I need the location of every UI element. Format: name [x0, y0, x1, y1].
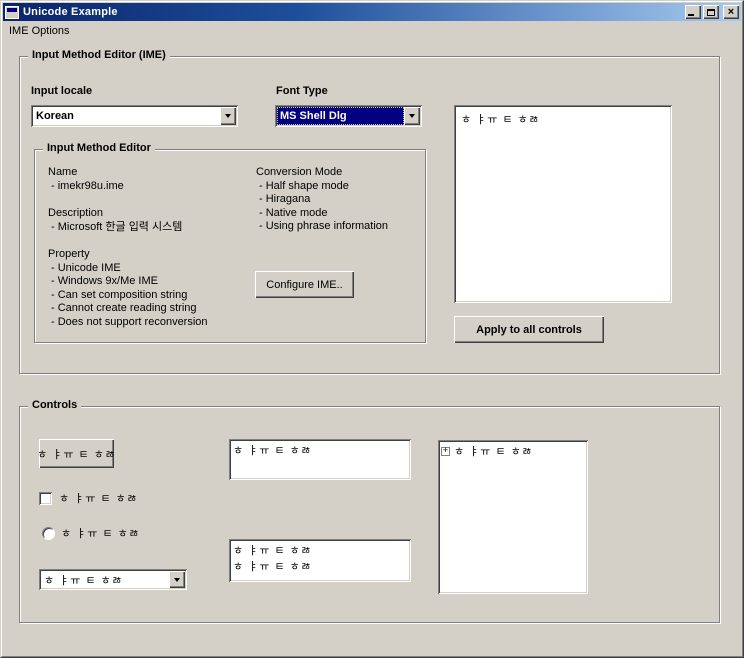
sample-checkbox-label: ㅎ ㅑㅠ ㅌ ㅎㅀ — [59, 490, 138, 506]
ime-preview-textarea[interactable]: ㅎ ㅑㅠ ㅌ ㅎㅀ — [454, 105, 672, 303]
ime-conversion-item: - Half shape mode — [256, 180, 388, 194]
ime-name-label: Name — [48, 166, 124, 180]
title-bar[interactable]: Unicode Example × — [3, 3, 741, 21]
sample-radio[interactable] — [42, 527, 55, 540]
ime-description-value: - Microsoft 한글 입력 시스템 — [48, 221, 182, 235]
controls-groupbox-title: Controls — [28, 399, 81, 411]
unicode-example-window: Unicode Example × IME Options Input Meth… — [0, 0, 744, 658]
chevron-down-icon — [409, 114, 415, 118]
sample-button[interactable]: ㅎ ㅑㅠ ㅌ ㅎㅀ — [39, 439, 114, 468]
tree-item[interactable]: + ㅎ ㅑㅠ ㅌ ㅎㅀ — [438, 440, 588, 459]
ime-property-item: - Does not support reconversion — [48, 316, 208, 330]
ime-conversion-block: Conversion Mode - Half shape mode - Hira… — [256, 166, 388, 234]
ime-conversion-label: Conversion Mode — [256, 166, 388, 180]
maximize-icon — [707, 9, 715, 16]
ime-groupbox-title: Input Method Editor (IME) — [28, 49, 170, 61]
sample-radio-row: ㅎ ㅑㅠ ㅌ ㅎㅀ — [42, 525, 140, 541]
chevron-down-icon — [174, 578, 180, 582]
ime-property-item: - Cannot create reading string — [48, 302, 208, 316]
sample-treeview[interactable]: + ㅎ ㅑㅠ ㅌ ㅎㅀ — [438, 440, 588, 594]
sample-combobox-value: ㅎ ㅑㅠ ㅌ ㅎㅀ — [41, 571, 169, 588]
sample-combobox-dropdown-button[interactable] — [169, 571, 185, 588]
minimize-button[interactable] — [685, 5, 701, 19]
maximize-button[interactable] — [703, 5, 719, 19]
menu-item-ime-options[interactable]: IME Options — [4, 24, 75, 38]
font-type-label: Font Type — [276, 85, 328, 97]
input-locale-combobox[interactable]: Korean — [31, 105, 238, 127]
ime-property-item: - Windows 9x/Me IME — [48, 275, 208, 289]
sample-checkbox-row: ㅎ ㅑㅠ ㅌ ㅎㅀ — [39, 490, 138, 506]
sample-checkbox[interactable] — [39, 492, 52, 505]
ime-property-block: Property - Unicode IME - Windows 9x/Me I… — [48, 248, 208, 329]
window-icon — [5, 6, 19, 19]
input-locale-label: Input locale — [31, 85, 92, 97]
close-icon: × — [728, 7, 734, 17]
ime-property-label: Property — [48, 248, 208, 262]
font-type-dropdown-button[interactable] — [404, 107, 420, 125]
configure-ime-button[interactable]: Configure IME.. — [255, 271, 354, 298]
ime-conversion-item: - Hiragana — [256, 193, 388, 207]
sample-radio-label: ㅎ ㅑㅠ ㅌ ㅎㅀ — [61, 525, 140, 541]
input-locale-dropdown-button[interactable] — [220, 107, 236, 125]
multiline-edit-line: ㅎ ㅑㅠ ㅌ ㅎㅀ — [233, 542, 407, 558]
ime-description-block: Description - Microsoft 한글 입력 시스템 — [48, 207, 182, 234]
input-locale-value: Korean — [33, 107, 220, 125]
tree-item-label: ㅎ ㅑㅠ ㅌ ㅎㅀ — [454, 443, 533, 459]
sample-combobox[interactable]: ㅎ ㅑㅠ ㅌ ㅎㅀ — [39, 569, 187, 590]
font-type-combobox[interactable]: MS Shell Dlg — [275, 105, 422, 127]
ime-conversion-item: - Using phrase information — [256, 220, 388, 234]
ime-conversion-item: - Native mode — [256, 207, 388, 221]
close-button[interactable]: × — [723, 5, 739, 19]
ime-description-label: Description — [48, 207, 182, 221]
ime-info-groupbox-title: Input Method Editor — [43, 142, 155, 154]
menu-bar: IME Options — [4, 22, 740, 39]
window-title: Unicode Example — [23, 6, 685, 18]
multiline-edit-line: ㅎ ㅑㅠ ㅌ ㅎㅀ — [233, 558, 407, 574]
ime-name-value: - imekr98u.ime — [48, 180, 124, 194]
apply-to-all-controls-button[interactable]: Apply to all controls — [454, 316, 604, 343]
tree-expander-icon[interactable]: + — [441, 447, 450, 456]
ime-property-item: - Unicode IME — [48, 262, 208, 276]
chevron-down-icon — [225, 114, 231, 118]
ime-name-block: Name - imekr98u.ime — [48, 166, 124, 193]
sample-multiline-edit-box[interactable]: ㅎ ㅑㅠ ㅌ ㅎㅀ ㅎ ㅑㅠ ㅌ ㅎㅀ — [229, 539, 411, 582]
minimize-icon — [688, 14, 694, 16]
font-type-value: MS Shell Dlg — [277, 107, 404, 125]
sample-edit-box[interactable]: ㅎ ㅑㅠ ㅌ ㅎㅀ — [229, 439, 411, 480]
ime-property-item: - Can set composition string — [48, 289, 208, 303]
